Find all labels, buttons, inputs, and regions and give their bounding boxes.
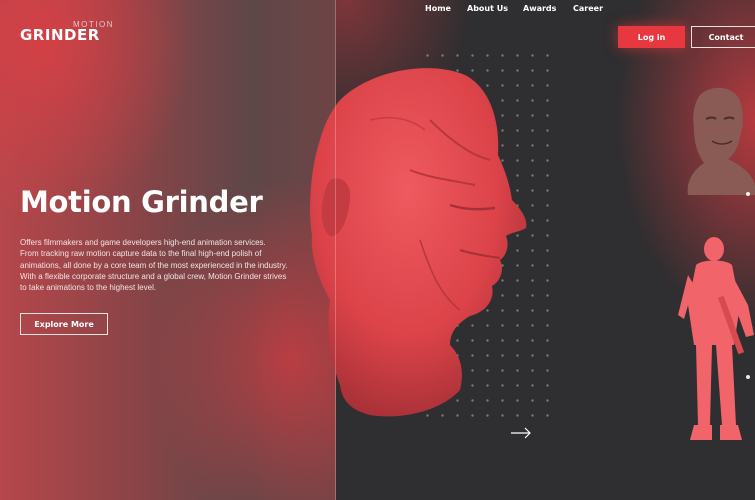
soldier-figure-image [678, 237, 754, 440]
explore-more-button[interactable]: Explore More [20, 313, 108, 335]
hero-description-line: With a flexible corporate structure and … [20, 271, 287, 281]
slide-indicator-dot[interactable] [746, 375, 750, 379]
brand-logo[interactable]: MOTION GRINDER [20, 20, 116, 44]
head-sculpture-image [310, 68, 527, 417]
hero-description-line: animations, all done by a core team of t… [20, 260, 288, 270]
vertical-divider [335, 0, 336, 500]
contact-button[interactable]: Contact [691, 26, 755, 48]
hero-description: Offers filmmakers and game developers hi… [20, 237, 320, 293]
nav-awards-link[interactable]: Awards [523, 4, 556, 13]
slide-indicator-dot[interactable] [746, 192, 750, 196]
hero-description-line: From tracking raw motion capture data to… [20, 249, 262, 259]
hero-title: Motion Grinder [20, 185, 263, 219]
hero-description-line: to take animations to the highest level. [20, 283, 157, 293]
hero-description-line: Offers filmmakers and game developers hi… [20, 238, 266, 247]
nav-about-link[interactable]: About Us [467, 4, 508, 13]
arrow-right-icon[interactable] [510, 427, 532, 439]
login-button[interactable]: Log in [618, 26, 685, 48]
logo-main-text: GRINDER [20, 26, 100, 44]
nav-career-link[interactable]: Career [573, 4, 603, 13]
small-head-sculpture-image [687, 87, 755, 195]
nav-home-link[interactable]: Home [425, 4, 451, 13]
